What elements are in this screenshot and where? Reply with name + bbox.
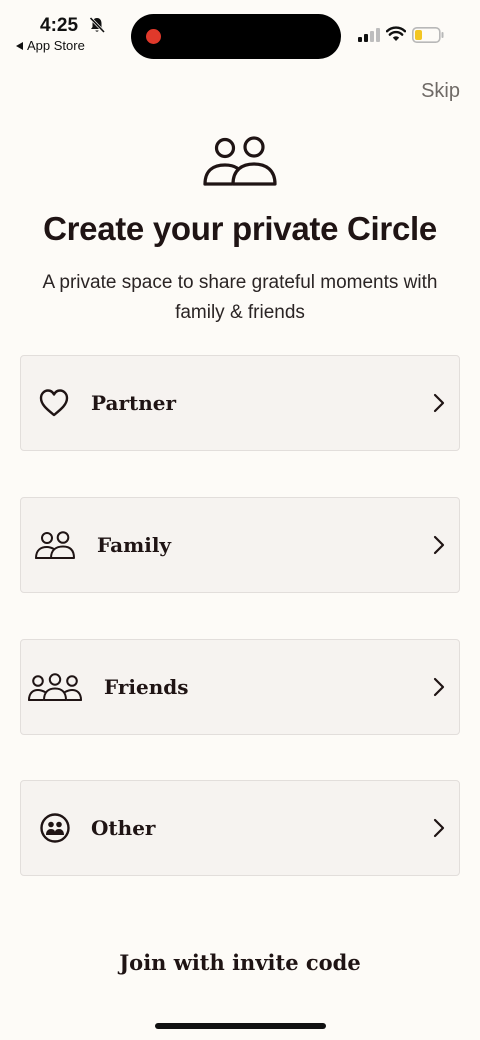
cellular-signal-icon	[358, 28, 380, 42]
recording-indicator	[146, 29, 161, 44]
option-partner-label: Partner	[91, 391, 177, 415]
chevron-right-icon	[433, 677, 445, 697]
wifi-icon	[386, 26, 406, 41]
two-people-icon	[35, 531, 75, 559]
join-with-invite-code-button[interactable]: Join with invite code	[0, 950, 480, 975]
group-circle-icon	[40, 813, 70, 843]
option-other[interactable]: Other	[20, 780, 460, 876]
option-family-label: Family	[97, 533, 172, 557]
chevron-right-icon	[433, 535, 445, 555]
status-time: 4:25	[40, 15, 79, 36]
two-people-icon	[203, 136, 277, 186]
dynamic-island	[131, 14, 341, 59]
battery-icon	[412, 27, 444, 43]
skip-button[interactable]: Skip	[421, 80, 460, 103]
back-triangle-icon	[16, 41, 23, 50]
bell-muted-icon	[89, 16, 106, 34]
chevron-right-icon	[433, 818, 445, 838]
three-people-icon	[28, 673, 82, 701]
option-other-label: Other	[91, 816, 156, 840]
heart-icon	[39, 389, 69, 417]
home-indicator[interactable]	[155, 1023, 326, 1029]
back-to-app-store[interactable]: App Store	[16, 38, 85, 53]
option-friends-label: Friends	[104, 675, 189, 699]
chevron-right-icon	[433, 393, 445, 413]
page-subtitle: A private space to share grateful moment…	[42, 272, 438, 323]
page-title: Create your private Circle	[43, 210, 437, 247]
status-bar: 4:25 App Store	[0, 0, 480, 70]
option-family[interactable]: Family	[20, 497, 460, 593]
option-friends[interactable]: Friends	[20, 639, 460, 735]
option-partner[interactable]: Partner	[20, 355, 460, 451]
back-app-label: App Store	[27, 38, 85, 53]
